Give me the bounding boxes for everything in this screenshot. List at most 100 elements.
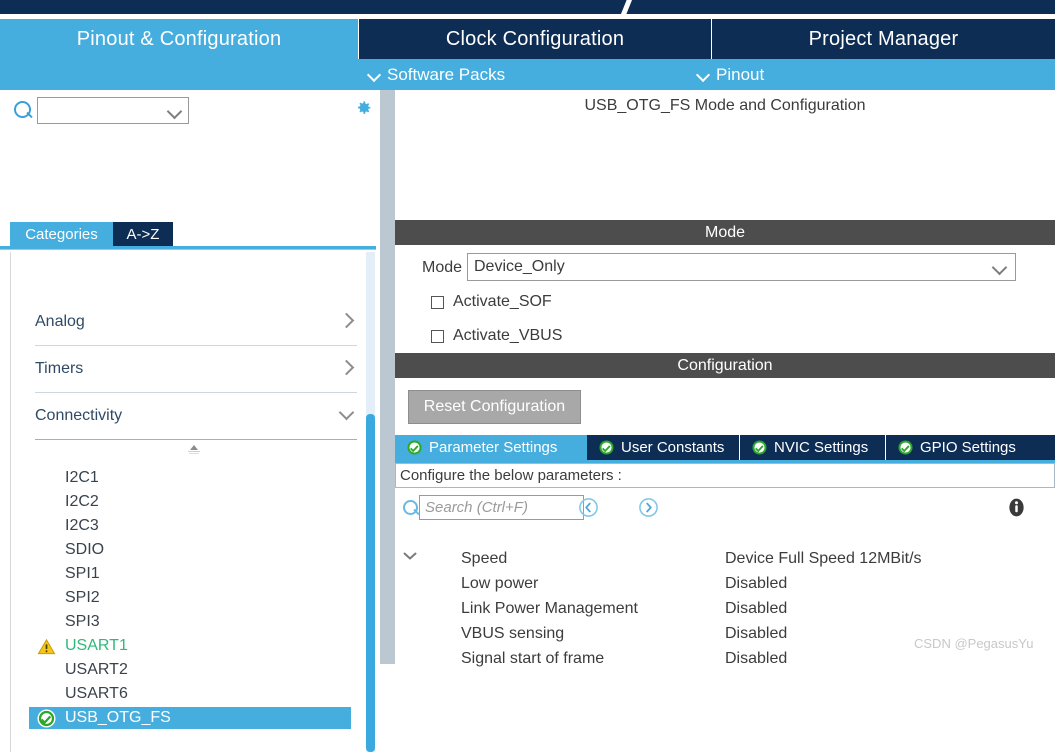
search-icon	[14, 101, 31, 118]
checkbox-activate-vbus-label: Activate_VBUS	[453, 327, 562, 345]
sidebar-group-connectivity[interactable]: Connectivity	[35, 393, 357, 440]
tab-nvic-settings-label: NVIC Settings	[774, 439, 868, 456]
parameter-name: Speed	[461, 550, 507, 568]
tab-nvic-settings[interactable]: NVIC Settings	[740, 435, 886, 460]
peripheral-item-label: USART6	[65, 685, 128, 703]
tab-clock-configuration[interactable]: Clock Configuration	[358, 19, 711, 59]
peripheral-item-spi1[interactable]: SPI1	[29, 563, 351, 585]
chevron-right-icon	[341, 362, 351, 372]
tab-project-manager[interactable]: Project Manager	[711, 19, 1055, 59]
peripheral-item-label: I2C2	[65, 493, 99, 511]
menu-pinout-label: Pinout	[716, 65, 764, 85]
sidebar-group-analog-label: Analog	[35, 313, 85, 331]
tab-parameter-settings[interactable]: Parameter Settings	[395, 435, 587, 460]
parameter-settings-body: Configure the below parameters : Search …	[395, 463, 1055, 664]
peripheral-item-label: SDIO	[65, 541, 104, 559]
parameter-value[interactable]: Disabled	[725, 625, 787, 643]
peripheral-item-i2c3[interactable]: I2C3	[29, 515, 351, 537]
parameter-name: Signal start of frame	[461, 650, 604, 668]
parameter-row[interactable]: Signal start of frame Disabled	[395, 650, 1055, 675]
parameter-row[interactable]: Speed Device Full Speed 12MBit/s	[395, 550, 1055, 575]
menu-pinout[interactable]: Pinout	[698, 59, 764, 90]
tab-gpio-settings-label: GPIO Settings	[920, 439, 1016, 456]
configure-hint: Configure the below parameters :	[395, 463, 1055, 488]
configuration-panel: USB_OTG_FS Mode and Configuration Mode M…	[395, 90, 1055, 664]
menu-software-packs[interactable]: Software Packs	[369, 59, 505, 90]
window-top-strip	[0, 0, 1055, 14]
checkbox-activate-sof[interactable]: Activate_SOF	[431, 293, 552, 311]
chevron-down-icon	[341, 409, 351, 419]
chevron-right-icon	[341, 315, 351, 325]
peripheral-item-usart1[interactable]: USART1	[29, 635, 351, 657]
tab-categories[interactable]: Categories	[10, 222, 113, 246]
mode-section-header: Mode	[395, 220, 1055, 245]
check-circle-icon	[599, 440, 614, 455]
parameter-value[interactable]: Disabled	[725, 650, 787, 668]
info-icon[interactable]	[1007, 498, 1026, 517]
circle-arrow-right-icon[interactable]	[638, 497, 659, 518]
tab-pinout-configuration[interactable]: Pinout & Configuration	[0, 19, 358, 59]
watermark: CSDN @PegasusYu	[914, 636, 1033, 651]
peripheral-sidebar: Categories A->Z Analog Timers Connectivi…	[0, 90, 380, 664]
check-circle-icon	[407, 440, 422, 455]
parameter-search-input[interactable]: Search (Ctrl+F)	[419, 495, 584, 520]
parameter-search-placeholder: Search (Ctrl+F)	[425, 499, 528, 516]
parameter-value[interactable]: Device Full Speed 12MBit/s	[725, 550, 922, 568]
parameter-toolbar: Search (Ctrl+F)	[395, 489, 1055, 523]
panel-divider[interactable]	[380, 90, 395, 664]
search-icon	[403, 500, 418, 515]
mode-field-label: Mode	[422, 259, 462, 277]
peripheral-item-usart6[interactable]: USART6	[29, 683, 351, 705]
tab-a-to-z[interactable]: A->Z	[113, 222, 173, 246]
chevron-down-icon	[369, 69, 380, 80]
gear-icon[interactable]	[353, 98, 373, 118]
parameter-row[interactable]: Link Power Management Disabled	[395, 600, 1055, 625]
tab-user-constants[interactable]: User Constants	[587, 435, 740, 460]
parameter-row[interactable]: Low powerDisabled	[395, 575, 1055, 600]
list-scroll-up-icon[interactable]	[186, 444, 202, 458]
peripheral-list: Analog Timers Connectivity I2C1 I2C2 I2C3 S…	[10, 252, 366, 752]
tab-gpio-settings[interactable]: GPIO Settings	[886, 435, 1055, 460]
peripheral-item-sdio[interactable]: SDIO	[29, 539, 351, 561]
peripheral-item-i2c1[interactable]: I2C1	[29, 467, 351, 489]
reset-configuration-button[interactable]: Reset Configuration	[408, 390, 581, 424]
mode-select[interactable]: Device_Only	[467, 253, 1016, 281]
peripheral-item-usb_otg_fs[interactable]: USB_OTG_FS	[29, 707, 351, 729]
peripheral-item-label: SPI2	[65, 589, 100, 607]
configuration-tab-bar: Parameter Settings User Constants NVIC S…	[395, 435, 1055, 460]
tab-project-manager-label: Project Manager	[809, 28, 959, 51]
checkbox-activate-sof-box[interactable]	[431, 296, 444, 309]
stm32cubemx-window: Pinout & Configuration Clock Configurati…	[0, 0, 1055, 664]
peripheral-item-usart2[interactable]: USART2	[29, 659, 351, 681]
peripheral-item-i2c2[interactable]: I2C2	[29, 491, 351, 513]
mode-section-body: Mode Device_Only Activate_SOF Activate_V…	[395, 245, 1055, 347]
parameter-name: VBUS sensing	[461, 625, 564, 643]
tab-clock-configuration-label: Clock Configuration	[446, 28, 624, 51]
peripheral-item-label: SPI3	[65, 613, 100, 631]
chevron-down-icon	[167, 104, 183, 120]
sidebar-group-connectivity-label: Connectivity	[35, 407, 122, 425]
sidebar-group-timers[interactable]: Timers	[35, 346, 357, 393]
peripheral-item-spi2[interactable]: SPI2	[29, 587, 351, 609]
category-tabs-underline-2	[0, 249, 376, 250]
parameter-name: Link Power Management	[461, 600, 638, 618]
circle-arrow-left-icon[interactable]	[578, 497, 599, 518]
check-circle-icon	[752, 440, 767, 455]
peripheral-item-spi3[interactable]: SPI3	[29, 611, 351, 633]
peripheral-item-label: I2C1	[65, 469, 99, 487]
sidebar-scrollbar-thumb[interactable]	[366, 414, 375, 752]
chevron-down-icon	[992, 260, 1008, 276]
checkbox-activate-vbus[interactable]: Activate_VBUS	[431, 327, 562, 345]
tab-a-to-z-label: A->Z	[127, 226, 160, 243]
checkbox-activate-vbus-box[interactable]	[431, 330, 444, 343]
sub-menu-bar: Software Packs Pinout	[0, 59, 1055, 90]
peripheral-search-combobox[interactable]	[37, 97, 189, 124]
main-tab-bar: Pinout & Configuration Clock Configurati…	[0, 19, 1055, 59]
peripheral-item-label: USB_OTG_FS	[65, 709, 171, 727]
tab-pinout-configuration-label: Pinout & Configuration	[77, 28, 282, 51]
parameter-value[interactable]: Disabled	[725, 575, 787, 593]
page-title: USB_OTG_FS Mode and Configuration	[395, 90, 1055, 122]
warning-triangle-icon	[37, 637, 56, 656]
sidebar-group-analog[interactable]: Analog	[35, 299, 357, 346]
parameter-value[interactable]: Disabled	[725, 600, 787, 618]
